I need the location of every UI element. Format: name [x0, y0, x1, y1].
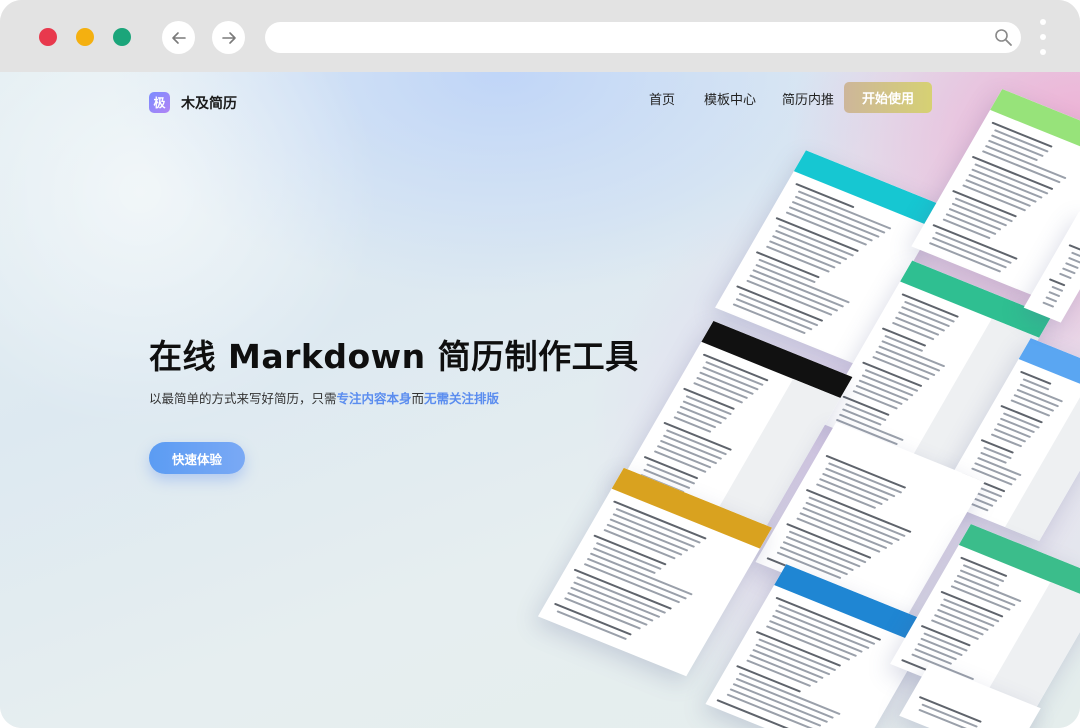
browser-window: 极 木及简历 首页 模板中心 简历内推 开始使用 在线 Markdown 简历制… [0, 0, 1080, 728]
search-icon[interactable] [994, 28, 1013, 47]
nav-item-referrals[interactable]: 简历内推 [782, 90, 834, 112]
resume-card-text-line [956, 574, 1022, 603]
close-window-dot[interactable] [39, 28, 57, 46]
kebab-menu-icon[interactable] [1036, 19, 1050, 55]
resume-card-header-band [793, 150, 945, 228]
resume-card-text-line [1051, 285, 1064, 292]
back-button[interactable] [162, 21, 195, 54]
resume-card-text-line [953, 579, 1017, 607]
nav-item-templates[interactable]: 模板中心 [704, 90, 756, 112]
nav-item-home[interactable]: 首页 [649, 90, 675, 112]
site-brand[interactable]: 极 木及简历 [149, 92, 237, 113]
resume-card-text-line [1042, 301, 1055, 308]
hero-subtitle-highlight-1: 专注内容本身 [336, 391, 412, 406]
resume-card-text-line [1048, 290, 1061, 298]
brand-logo-icon: 极 [149, 92, 170, 113]
resume-card-header-band [1018, 338, 1080, 401]
hero-subtitle-highlight-2: 无需关注排版 [424, 391, 500, 406]
resume-card-text-line [556, 610, 627, 641]
hero-subtitle: 以最简单的方式来写好简历，只需专注内容本身而无需关注排版 [149, 388, 499, 407]
address-bar[interactable] [265, 22, 1021, 53]
page-viewport: 极 木及简历 首页 模板中心 简历内推 开始使用 在线 Markdown 简历制… [0, 72, 1080, 728]
resume-card-text-line [918, 696, 982, 723]
resume-card-text-line [931, 236, 1007, 269]
hero-subtitle-text-1: 以最简单的方式来写好简历，只需 [149, 391, 337, 406]
resume-card-header-band [990, 88, 1080, 159]
resume-card-text-line [1061, 267, 1076, 275]
browser-toolbar [0, 0, 1080, 72]
hero-subtitle-text-2: 而 [411, 391, 425, 406]
arrow-left-icon [171, 31, 186, 44]
start-using-button[interactable]: 开始使用 [844, 82, 932, 113]
resume-card-text-line [878, 345, 941, 372]
arrow-right-icon [221, 31, 236, 44]
minimize-window-dot[interactable] [76, 28, 94, 46]
brand-name: 木及简历 [181, 95, 237, 112]
resume-card-text-line [774, 229, 848, 261]
resume-card-text-line [1058, 272, 1073, 280]
forward-button[interactable] [212, 21, 245, 54]
quick-try-button[interactable]: 快速体验 [149, 442, 245, 474]
resume-card-text-line [918, 708, 973, 728]
hero-title: 在线 Markdown 简历制作工具 [149, 337, 639, 376]
resume-card-text-line [1045, 296, 1058, 303]
maximize-window-dot[interactable] [113, 28, 131, 46]
